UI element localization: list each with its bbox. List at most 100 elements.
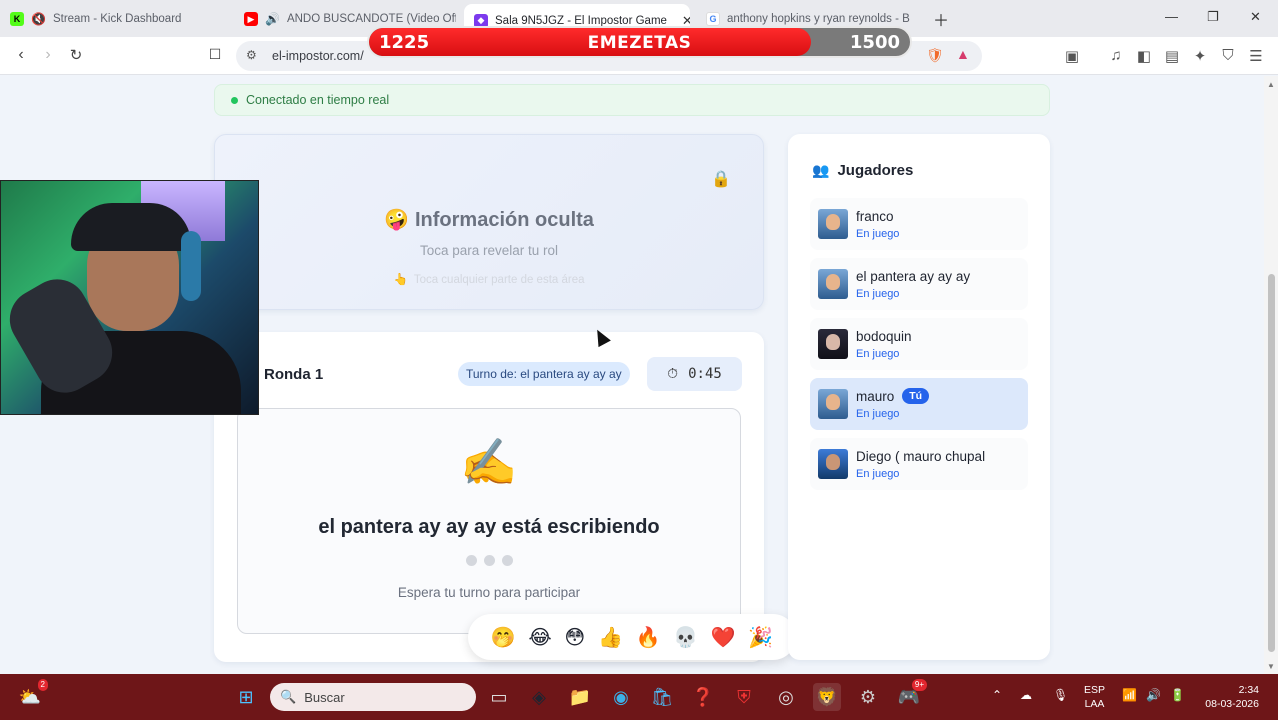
player-item: el pantera ay ay ay En juego — [810, 258, 1028, 310]
wait-message: Espera tu turno para participar — [397, 585, 581, 600]
tab-title: ANDO BUSCANDOTE (Video Offi... — [286, 13, 456, 25]
weather-icon[interactable]: ⛅ 2 — [16, 679, 48, 711]
player-name: bodoquin — [856, 328, 912, 344]
timer-value: 0:45 — [688, 366, 722, 382]
speaker-icon[interactable]: 🔊 — [265, 12, 280, 26]
scroll-thumb[interactable] — [1268, 274, 1275, 652]
close-window-icon[interactable]: ✕ — [1250, 9, 1261, 25]
mute-icon[interactable]: 🔇 — [31, 12, 46, 26]
avatar — [818, 449, 848, 479]
page-scrollbar[interactable]: ▲ ▼ — [1264, 76, 1278, 674]
lang-line2: LAA — [1084, 698, 1105, 710]
stopwatch-icon: ⏱ — [667, 366, 679, 382]
wifi-icon[interactable]: 📶 — [1122, 688, 1137, 702]
player-status: En juego — [856, 408, 900, 420]
mcafee-icon[interactable]: ⛨ — [730, 683, 758, 711]
round-card: Ronda 1 Turno de: el pantera ay ay ay ⏱ … — [214, 332, 764, 662]
new-tab-icon[interactable]: ＋ — [933, 7, 949, 31]
store-icon[interactable]: 🛍 — [648, 683, 676, 711]
file-explorer-icon[interactable]: 📁 — [566, 683, 594, 711]
typing-dot — [501, 555, 513, 566]
player-item: franco En juego — [810, 198, 1028, 250]
system-clock[interactable]: 2:34 08-03-2026 — [1195, 683, 1259, 711]
microphone-icon[interactable]: 🎙 — [1053, 688, 1068, 702]
player-name: Diego ( mauro chupal — [856, 448, 986, 464]
brave-browser-icon[interactable]: 🦁 — [813, 683, 841, 711]
url-text[interactable]: el-impostor.com/ — [272, 49, 364, 63]
leo-ai-icon[interactable]: ✦ — [1190, 47, 1210, 65]
onedrive-icon[interactable]: ☁ — [1020, 688, 1032, 702]
tray-overflow-icon[interactable]: ⌃ — [992, 688, 1002, 702]
bookmark-icon[interactable]: ☐ — [205, 46, 225, 63]
status-dot-icon — [231, 96, 238, 104]
obs-icon[interactable]: ◎ — [772, 683, 800, 711]
taskbar-search[interactable]: 🔍 Buscar — [270, 683, 476, 711]
battery-icon[interactable]: 🔋 — [1170, 688, 1185, 702]
reload-icon[interactable]: ↻ — [66, 46, 86, 64]
flushed-icon[interactable]: 😳 — [564, 625, 585, 650]
thumbs-up-icon[interactable]: 👍 — [598, 625, 623, 650]
task-view-icon[interactable]: ▭ — [485, 683, 513, 711]
avatar — [818, 329, 848, 359]
player-name: franco — [856, 208, 894, 224]
role-reveal-card[interactable]: 🔒 🤪 Información oculta Toca para revelar … — [214, 134, 764, 310]
minimize-icon[interactable]: — — [1165, 9, 1178, 24]
turn-timer: ⏱ 0:45 — [647, 357, 742, 391]
player-item: Diego ( mauro chupal En juego — [810, 438, 1028, 490]
scroll-up-icon[interactable]: ▲ — [1267, 80, 1275, 89]
music-icon[interactable]: ♫ — [1106, 47, 1126, 64]
connection-status: Conectado en tiempo real — [214, 84, 1050, 116]
brave-shields-icon[interactable]: 🛡 — [926, 47, 944, 64]
right-score: 1500 — [849, 32, 900, 53]
avatar — [818, 269, 848, 299]
hand-over-mouth-icon[interactable]: 🤭 — [491, 625, 516, 650]
scroll-down-icon[interactable]: ▼ — [1267, 662, 1275, 671]
player-item: bodoquin En juego — [810, 318, 1028, 370]
wallet-icon[interactable]: ▤ — [1162, 47, 1182, 65]
windows-taskbar: ⛅ 2 ⊞ 🔍 Buscar ▭ ◈ 📁 ◉ 🛍 ❓ ⛨ ◎ 🦁 ⚙ 🎮 9+ ⌃ … — [0, 674, 1278, 720]
help-icon[interactable]: ❓ — [689, 683, 717, 711]
sidebar-panel-icon[interactable]: ▣ — [1062, 47, 1082, 65]
settings-icon[interactable]: ⚙ — [854, 683, 882, 711]
heart-icon[interactable]: ❤️ — [711, 625, 736, 650]
reveal-title: Información oculta — [415, 209, 594, 231]
webcam-streamer-cap — [71, 203, 191, 251]
player-status: En juego — [856, 227, 900, 240]
skull-icon[interactable]: 💀 — [673, 625, 698, 650]
edge-icon[interactable]: ◉ — [607, 683, 635, 711]
typing-dot — [483, 555, 495, 566]
brave-rewards-icon[interactable]: ▲ — [956, 46, 970, 62]
typing-dot — [465, 555, 477, 566]
site-info-icon[interactable]: ⚙ — [246, 48, 257, 62]
player-name-row: mauro Tú — [856, 388, 930, 404]
copilot-icon[interactable]: ◈ — [525, 683, 553, 711]
search-placeholder: Buscar — [304, 689, 345, 705]
reaction-bar: 🤭 😂 😳 👍 🔥 💀 ❤️ 🎉 — [468, 614, 796, 660]
volume-icon[interactable]: 🔊 — [1146, 688, 1161, 702]
writing-area: ✍️ el pantera ay ay ay está escribiendo … — [237, 408, 741, 634]
start-windows-icon[interactable]: ⊞ — [232, 683, 260, 711]
tab-title: Sala 9N5JGZ - El Impostor Game — [495, 14, 667, 27]
connection-status-text: Conectado en tiempo real — [246, 93, 390, 107]
discord-badge: 9+ — [911, 679, 927, 691]
vpn-icon[interactable]: ⛉ — [1218, 47, 1238, 64]
fire-icon[interactable]: 🔥 — [636, 625, 661, 650]
player-status: En juego — [856, 287, 900, 300]
avatar — [818, 389, 848, 419]
reveal-hint: Toca cualquier parte de esta área — [413, 274, 585, 286]
players-heading: Jugadores — [837, 162, 914, 179]
you-badge: Tú — [902, 388, 930, 404]
tab-kick-dashboard[interactable]: K 🔇 Stream - Kick Dashboard — [10, 6, 235, 32]
reveal-title-row: 🤪 Información oculta — [215, 207, 763, 232]
forward-icon[interactable]: › — [38, 46, 58, 64]
back-icon[interactable]: ‹ — [11, 46, 31, 64]
search-icon: 🔍 — [280, 689, 297, 704]
laughing-icon[interactable]: 😂 — [528, 625, 551, 650]
party-popper-icon[interactable]: 🎉 — [748, 625, 773, 650]
menu-icon[interactable]: ☰ — [1246, 47, 1266, 65]
input-language[interactable]: ESP LAA — [1084, 683, 1105, 711]
discord-icon[interactable]: 🎮 9+ — [895, 679, 927, 711]
restore-icon[interactable]: ❐ — [1207, 9, 1219, 25]
player-item-me: mauro Tú En juego — [810, 378, 1028, 430]
split-view-icon[interactable]: ◧ — [1134, 47, 1154, 65]
